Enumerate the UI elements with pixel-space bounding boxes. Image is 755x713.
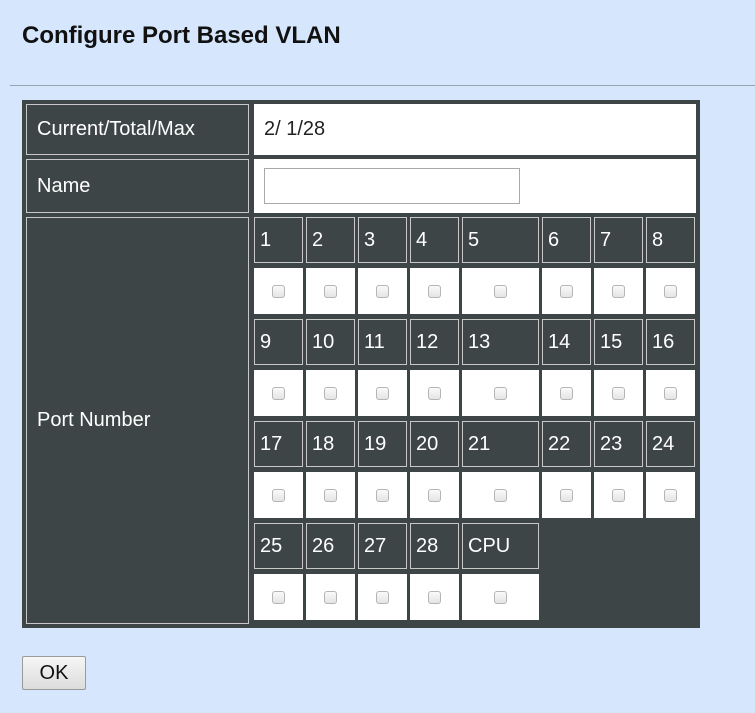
port-checkbox-cell (306, 370, 355, 416)
port-28-checkbox[interactable] (428, 590, 441, 604)
port-3-checkbox[interactable] (376, 284, 389, 298)
port-6-checkbox[interactable] (560, 284, 573, 298)
ok-button[interactable]: OK (22, 656, 86, 690)
port-10-checkbox[interactable] (324, 386, 337, 400)
port-checkbox-cell (542, 268, 591, 314)
port-23-checkbox[interactable] (612, 488, 625, 502)
title-divider (10, 85, 755, 86)
port-14-checkbox[interactable] (560, 386, 573, 400)
port-number-label: Port Number (26, 217, 249, 624)
port-number-28: 28 (410, 523, 459, 569)
port-checkbox-cell (306, 268, 355, 314)
port-number-4: 4 (410, 217, 459, 263)
port-2-checkbox[interactable] (324, 284, 337, 298)
port-number-22: 22 (542, 421, 591, 467)
port-number-3: 3 (358, 217, 407, 263)
port-checkbox-cell (594, 370, 643, 416)
port-20-checkbox[interactable] (428, 488, 441, 502)
port-checkbox-cell (306, 472, 355, 518)
port-26-checkbox[interactable] (324, 590, 337, 604)
port-number-26: 26 (306, 523, 355, 569)
port-number-11: 11 (358, 319, 407, 365)
port-number-23: 23 (594, 421, 643, 467)
port-12-checkbox[interactable] (428, 386, 441, 400)
port-checkbox-cell (462, 370, 539, 416)
port-7-checkbox[interactable] (612, 284, 625, 298)
port-13-checkbox[interactable] (494, 386, 507, 400)
port-checkbox-cell (594, 472, 643, 518)
port-number-21: 21 (462, 421, 539, 467)
port-number-1: 1 (254, 217, 303, 263)
port-number-13: 13 (462, 319, 539, 365)
port-checkbox-cell (358, 268, 407, 314)
port-number-15: 15 (594, 319, 643, 365)
current-total-max-value-cell: 2/ 1/28 (254, 104, 696, 155)
vlan-name-input[interactable] (264, 168, 520, 204)
port-checkbox-cell (358, 472, 407, 518)
port-checkbox-cell (254, 472, 303, 518)
port-number-18: 18 (306, 421, 355, 467)
port-number-6: 6 (542, 217, 591, 263)
port-number-10: 10 (306, 319, 355, 365)
port-number-12: 12 (410, 319, 459, 365)
port-number-17: 17 (254, 421, 303, 467)
port-checkbox-cell (358, 370, 407, 416)
port-checkbox-cell (646, 472, 695, 518)
port-number-25: 25 (254, 523, 303, 569)
port-1-checkbox[interactable] (272, 284, 285, 298)
port-cpu-checkbox[interactable] (494, 590, 507, 604)
port-number-16: 16 (646, 319, 695, 365)
port-5-checkbox[interactable] (494, 284, 507, 298)
port-number-19: 19 (358, 421, 407, 467)
port-checkbox-cell (542, 370, 591, 416)
port-number-9: 9 (254, 319, 303, 365)
port-15-checkbox[interactable] (612, 386, 625, 400)
page-title: Configure Port Based VLAN (22, 22, 341, 49)
port-checkbox-cell (410, 574, 459, 620)
vlan-config-page: Configure Port Based VLAN Current/Total/… (0, 0, 755, 713)
port-checkbox-cell (358, 574, 407, 620)
port-24-checkbox[interactable] (664, 488, 677, 502)
port-9-checkbox[interactable] (272, 386, 285, 400)
port-number-20: 20 (410, 421, 459, 467)
current-total-max-label: Current/Total/Max (26, 104, 249, 155)
port-checkbox-cell (462, 472, 539, 518)
port-25-checkbox[interactable] (272, 590, 285, 604)
port-checkbox-cell (410, 370, 459, 416)
port-checkbox-cell (254, 574, 303, 620)
port-number-14: 14 (542, 319, 591, 365)
port-11-checkbox[interactable] (376, 386, 389, 400)
port-19-checkbox[interactable] (376, 488, 389, 502)
port-checkbox-cell (542, 472, 591, 518)
port-number-8: 8 (646, 217, 695, 263)
port-checkbox-cell (646, 268, 695, 314)
port-number-2: 2 (306, 217, 355, 263)
current-total-max-value: 2/ 1/28 (264, 118, 326, 140)
port-checkbox-cell (462, 268, 539, 314)
port-number-5: 5 (462, 217, 539, 263)
port-checkbox-cell (410, 472, 459, 518)
port-21-checkbox[interactable] (494, 488, 507, 502)
port-8-checkbox[interactable] (664, 284, 677, 298)
port-18-checkbox[interactable] (324, 488, 337, 502)
port-17-checkbox[interactable] (272, 488, 285, 502)
port-checkbox-cell (254, 268, 303, 314)
port-checkbox-cell (254, 370, 303, 416)
port-number-24: 24 (646, 421, 695, 467)
port-27-checkbox[interactable] (376, 590, 389, 604)
vlan-form-table: Current/Total/Max 2/ 1/28 Name Port Numb… (22, 100, 700, 628)
port-checkbox-cell (410, 268, 459, 314)
port-checkbox-cell (306, 574, 355, 620)
port-16-checkbox[interactable] (664, 386, 677, 400)
port-checkbox-cell (462, 574, 539, 620)
port-4-checkbox[interactable] (428, 284, 441, 298)
port-number-7: 7 (594, 217, 643, 263)
name-label: Name (26, 159, 249, 213)
port-number-cpu: CPU (462, 523, 539, 569)
port-number-27: 27 (358, 523, 407, 569)
port-checkbox-cell (646, 370, 695, 416)
port-checkbox-cell (594, 268, 643, 314)
port-22-checkbox[interactable] (560, 488, 573, 502)
